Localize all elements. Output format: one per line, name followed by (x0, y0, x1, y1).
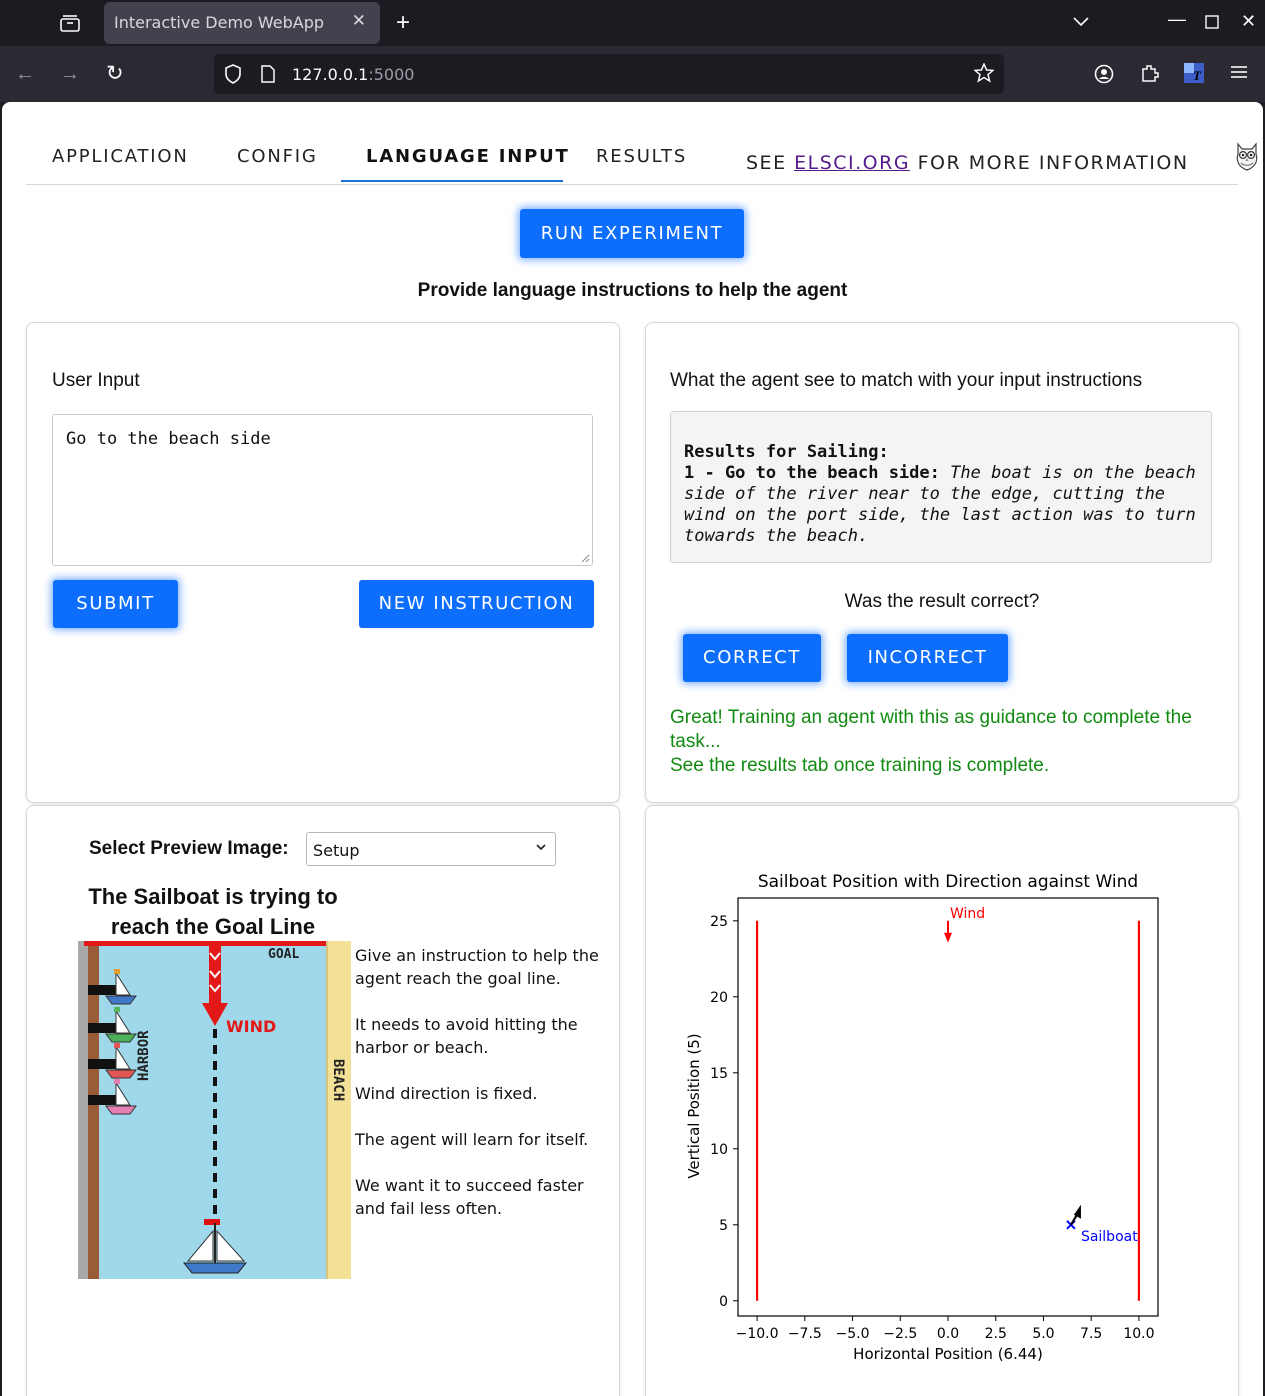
extensions-icon[interactable] (1140, 63, 1160, 86)
chevron-down-icon (535, 841, 547, 856)
minimize-icon[interactable]: — (1168, 10, 1186, 28)
new-tab-icon[interactable]: + (396, 11, 410, 35)
preview-select-label: Select Preview Image: (89, 838, 289, 859)
x-tick-label: −5.0 (836, 1326, 870, 1342)
description-line: Give an instruction to help the agent re… (355, 946, 599, 988)
x-tick-label: −2.5 (883, 1326, 917, 1342)
x-tick-label: 5.0 (1032, 1326, 1054, 1342)
web-page: APPLICATION CONFIG LANGUAGE INPUT RESULT… (2, 102, 1263, 1396)
description-line: The agent will learn for itself. (355, 1130, 589, 1149)
sailboat-label: Sailboat (1081, 1229, 1138, 1245)
preview-card: Select Preview Image: Setup The Sailboat… (26, 805, 620, 1396)
preview-image-select[interactable]: Setup (306, 832, 556, 866)
maximize-icon[interactable] (1205, 14, 1219, 32)
close-window-icon[interactable]: ✕ (1241, 12, 1256, 30)
tab-config[interactable]: CONFIG (237, 146, 318, 167)
active-tab-indicator (341, 180, 563, 182)
tab-strip: Interactive Demo WebApp ✕ + — ✕ (0, 0, 1265, 46)
info-text: SEE ELSCI.ORG FOR MORE INFORMATION (746, 152, 1189, 174)
wind-arrow-head (944, 932, 952, 943)
page-heading: Provide language instructions to help th… (417, 280, 848, 301)
x-tick-label: 7.5 (1080, 1326, 1102, 1342)
menu-icon[interactable] (1230, 64, 1248, 83)
resize-handle-icon[interactable] (581, 554, 590, 563)
app-tab-bar: APPLICATION CONFIG LANGUAGE INPUT RESULT… (26, 102, 1258, 185)
reload-icon[interactable]: ↻ (106, 63, 124, 84)
bookmark-star-icon[interactable] (973, 62, 995, 86)
chart-title: Sailboat Position with Direction against… (758, 872, 1138, 892)
y-tick-label: 15 (710, 1066, 728, 1082)
extension-t-icon[interactable]: T (1184, 63, 1204, 86)
beach-label: BEACH (330, 1059, 346, 1101)
user-input-label: User Input (52, 370, 140, 391)
x-tick-label: −7.5 (788, 1326, 822, 1342)
agent-view-label: What the agent see to match with your in… (670, 370, 1143, 391)
page-icon (260, 65, 276, 86)
description-line: Wind direction is fixed. (355, 1084, 538, 1103)
y-tick-label: 10 (710, 1142, 728, 1158)
shield-icon[interactable] (224, 64, 242, 87)
description-line: It needs to avoid hitting the harbor or … (355, 1015, 578, 1057)
plot-frame (737, 897, 1159, 1317)
preview-title: The Sailboat is trying to reach the Goal… (88, 884, 338, 939)
browser-tab-title: Interactive Demo WebApp (114, 13, 325, 32)
x-axis-label: Horizontal Position (6.44) (853, 1345, 1043, 1363)
wind-label: WIND (226, 1017, 276, 1036)
user-input-card: User Input Go to the beach side SUBMIT N… (26, 322, 620, 803)
account-icon[interactable] (1094, 64, 1114, 87)
back-arrow-icon[interactable]: ← (15, 64, 35, 84)
goal-label: GOAL (268, 947, 299, 962)
chart-card: Sailboat Position with Direction against… (645, 805, 1239, 1396)
browser-chrome: Interactive Demo WebApp ✕ + — ✕ ← → ↻ 12… (0, 0, 1265, 102)
incorrect-button[interactable]: INCORRECT (847, 634, 1008, 682)
tab-results[interactable]: RESULTS (596, 146, 687, 167)
y-axis-label: Vertical Position (5) (685, 1033, 703, 1178)
sailboat-setup-image: GOAL WIND HARBOR BEACH (78, 941, 351, 1279)
harbor-label: HARBOR (136, 1030, 152, 1081)
owl-logo-icon (1236, 142, 1258, 171)
elsci-link[interactable]: ELSCI.ORG (794, 152, 910, 174)
preview-select-value: Setup (313, 841, 360, 860)
results-header: Results for Sailing: (684, 442, 889, 462)
run-experiment-button[interactable]: RUN EXPERIMENT (520, 209, 744, 258)
browser-tab[interactable]: Interactive Demo WebApp ✕ (104, 2, 380, 44)
sailboat-position-chart: Sailboat Position with Direction against… (685, 872, 1159, 1363)
list-tabs-chevron-icon[interactable] (1072, 13, 1090, 31)
wind-label: Wind (950, 906, 985, 922)
description-line: We want it to succeed faster and fail le… (355, 1176, 584, 1218)
x-tick-label: 0.0 (937, 1326, 959, 1342)
forward-arrow-icon[interactable]: → (60, 64, 80, 84)
url-bar[interactable]: 127.0.0.1:5000 (214, 54, 1004, 94)
submit-button[interactable]: SUBMIT (53, 580, 178, 628)
svg-text:T: T (1193, 68, 1202, 83)
instruction-textarea[interactable]: Go to the beach side (52, 414, 593, 566)
x-tick-label: 2.5 (985, 1326, 1007, 1342)
y-tick-label: 0 (719, 1294, 728, 1310)
correct-button[interactable]: CORRECT (683, 634, 821, 682)
instruction-text: Go to the beach side (66, 429, 271, 449)
direction-arrow-shaft (1070, 1214, 1078, 1226)
tab-language-input[interactable]: LANGUAGE INPUT (366, 146, 570, 167)
results-tab-message: See the results tab once training is com… (670, 755, 1050, 776)
preview-description: Give an instruction to help the agent re… (355, 944, 605, 1243)
y-tick-label: 20 (710, 990, 728, 1006)
tab-overview-icon[interactable] (59, 13, 81, 36)
close-tab-icon[interactable]: ✕ (352, 11, 366, 31)
correct-question: Was the result correct? (844, 591, 1040, 612)
new-instruction-button[interactable]: NEW INSTRUCTION (359, 580, 594, 628)
y-tick-label: 25 (710, 914, 728, 930)
result-key: 1 - Go to the beach side: (684, 463, 940, 483)
tab-application[interactable]: APPLICATION (52, 146, 189, 167)
agent-results-box: Results for Sailing: 1 - Go to the beach… (670, 411, 1212, 563)
x-tick-label: 10.0 (1123, 1326, 1154, 1342)
x-tick-label: −10.0 (736, 1326, 779, 1342)
training-message: Great! Training an agent with this as gu… (670, 707, 1192, 752)
url-text[interactable]: 127.0.0.1:5000 (292, 65, 414, 84)
nav-bar: ← → ↻ 127.0.0.1:5000 T (0, 46, 1265, 102)
agent-view-card: What the agent see to match with your in… (645, 322, 1239, 803)
y-tick-label: 5 (719, 1218, 728, 1234)
